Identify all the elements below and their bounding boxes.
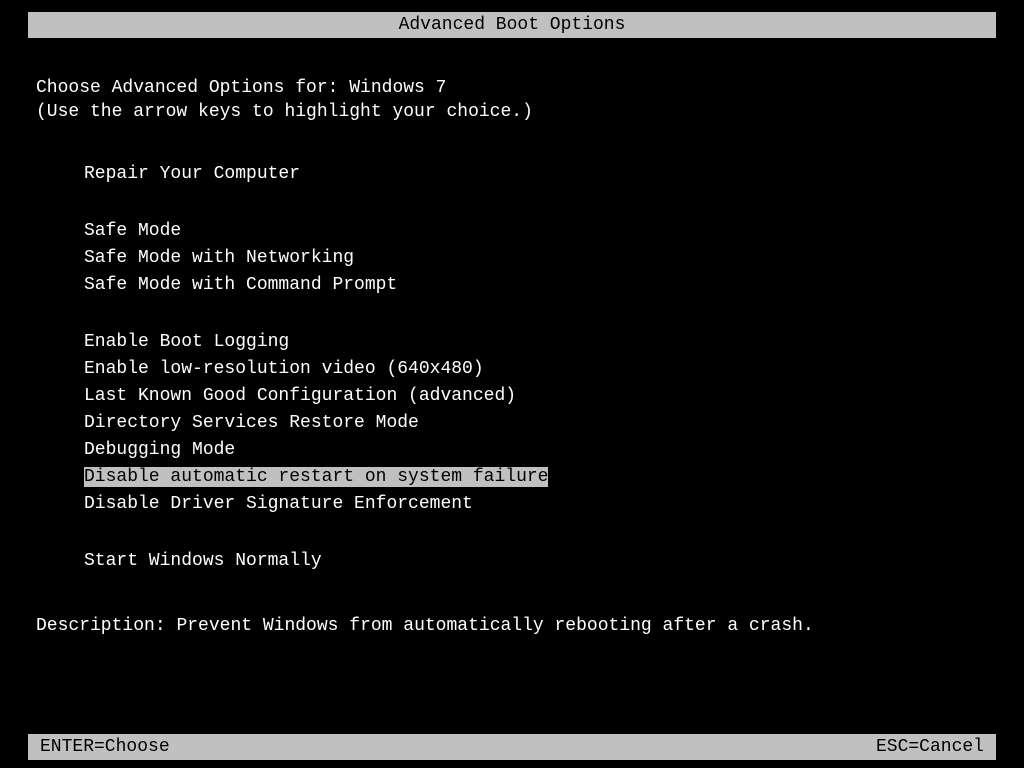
title-text: Advanced Boot Options	[399, 15, 626, 35]
content-area: Choose Advanced Options for: Windows 7 (…	[36, 78, 988, 636]
boot-menu: Repair Your Computer Safe Mode Safe Mode…	[84, 164, 988, 578]
menu-item-debugging[interactable]: Debugging Mode	[84, 440, 235, 460]
description-text: Prevent Windows from automatically reboo…	[176, 616, 813, 636]
menu-item-safe-mode[interactable]: Safe Mode	[84, 221, 181, 241]
menu-item-low-res[interactable]: Enable low-resolution video (640x480)	[84, 359, 484, 379]
menu-item-boot-logging[interactable]: Enable Boot Logging	[84, 332, 289, 352]
footer-enter-hint: ENTER=Choose	[40, 737, 170, 757]
description-label: Description:	[36, 616, 166, 636]
menu-item-disable-auto-restart[interactable]: Disable automatic restart on system fail…	[84, 467, 548, 487]
menu-item-safe-mode-networking[interactable]: Safe Mode with Networking	[84, 248, 354, 268]
title-bar: Advanced Boot Options	[28, 12, 996, 38]
menu-item-ds-restore[interactable]: Directory Services Restore Mode	[84, 413, 419, 433]
menu-item-repair[interactable]: Repair Your Computer	[84, 164, 300, 184]
header-line-1: Choose Advanced Options for: Windows 7	[36, 78, 988, 98]
description-line: Description: Prevent Windows from automa…	[36, 616, 988, 636]
menu-item-start-normally[interactable]: Start Windows Normally	[84, 551, 322, 571]
header-line-2: (Use the arrow keys to highlight your ch…	[36, 102, 988, 122]
footer-bar: ENTER=Choose ESC=Cancel	[28, 734, 996, 760]
menu-item-safe-mode-cmd[interactable]: Safe Mode with Command Prompt	[84, 275, 397, 295]
menu-item-last-known-good[interactable]: Last Known Good Configuration (advanced)	[84, 386, 516, 406]
menu-item-disable-driver-sig[interactable]: Disable Driver Signature Enforcement	[84, 494, 473, 514]
footer-esc-hint: ESC=Cancel	[876, 737, 984, 757]
